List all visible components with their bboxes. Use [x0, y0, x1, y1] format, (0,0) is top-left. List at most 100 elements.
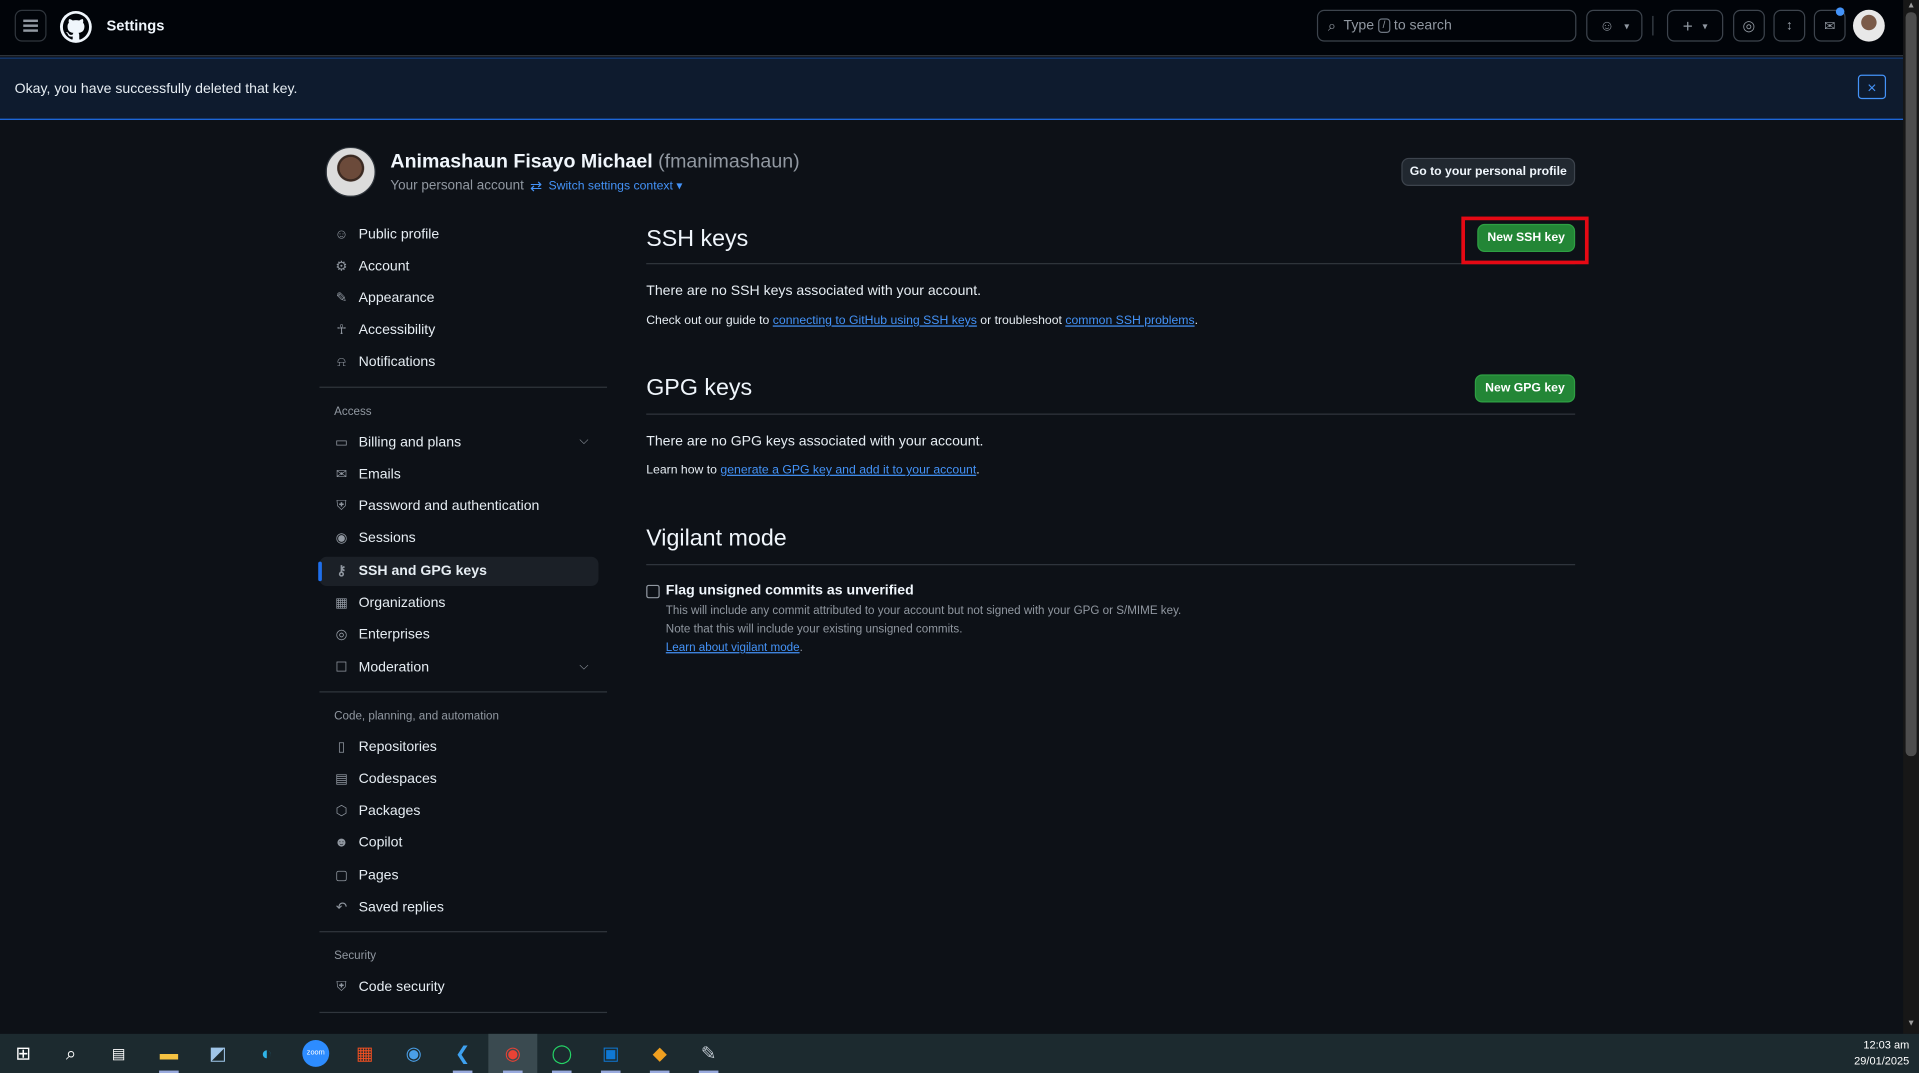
close-icon[interactable]: ×: [1857, 74, 1887, 100]
page-scrollbar[interactable]: ▲ ▼: [1903, 0, 1919, 1034]
ssh-guide-prefix: Check out our guide to: [646, 314, 770, 328]
scroll-down-icon[interactable]: ▼: [1907, 1019, 1915, 1028]
vscode-icon[interactable]: ❮: [449, 1040, 476, 1067]
sidebar-item-pages[interactable]: ▢ Pages: [319, 861, 598, 890]
flag-unsigned-label[interactable]: Flag unsigned commits as unverified: [666, 584, 914, 599]
search-suffix: to search: [1393, 18, 1452, 34]
flash-banner: Okay, you have successfully deleted that…: [0, 57, 1904, 120]
sidebar-item-public-profile[interactable]: ☺ Public profile: [319, 220, 598, 249]
windows-start-icon[interactable]: ⊞: [10, 1040, 37, 1067]
sidebar-item-label: Account: [358, 259, 410, 275]
sidebar-item-moderation[interactable]: ☐ Moderation ⌵: [319, 653, 598, 682]
sidebar-item-account[interactable]: ⚙ Account: [319, 252, 598, 281]
profile-name[interactable]: Animashaun Fisayo Michael (fmanimashaun): [390, 152, 799, 174]
bell-icon: ⍾: [336, 354, 346, 370]
sidebar-item-accessibility[interactable]: ☥ Accessibility: [319, 316, 598, 345]
search-icon[interactable]: ⌕: [58, 1040, 85, 1067]
plus-icon: +: [1682, 15, 1693, 36]
sidebar-item-packages[interactable]: ⬡ Packages: [319, 796, 598, 825]
task-view-icon[interactable]: ▤: [105, 1040, 132, 1067]
sidebar-item-sessions[interactable]: ◉ Sessions: [319, 524, 598, 553]
create-new-button[interactable]: + ▾: [1666, 9, 1724, 42]
sidebar-item-label: Accessibility: [358, 323, 436, 338]
paintbrush-icon: ✎: [335, 291, 348, 306]
pull-requests-button[interactable]: ↕: [1773, 9, 1806, 42]
sidebar-item-notifications[interactable]: ⍾ Notifications: [319, 347, 598, 376]
flag-unsigned-checkbox[interactable]: [646, 584, 660, 599]
page-title[interactable]: Settings: [106, 17, 164, 34]
sidebar-item-billing-and-plans[interactable]: ▭ Billing and plans ⌵: [319, 428, 598, 457]
search-prefix: Type: [1343, 18, 1375, 34]
windows-taskbar: ⊞ ⌕ ▤ ▬ ◩ ◐ zoom ▦ ◉ ❮ ◉ ◯ ▣ ◆ ✎ 12:03 a…: [0, 1033, 1919, 1073]
thunderbird-icon[interactable]: ◉: [400, 1040, 427, 1067]
new-gpg-key-button[interactable]: New GPG key: [1474, 374, 1576, 403]
search-input[interactable]: ⌕ Type / to search: [1316, 9, 1577, 42]
outlook-icon[interactable]: ▣: [597, 1040, 624, 1067]
sidebar-item-label: Enterprises: [358, 627, 430, 643]
paint-icon[interactable]: ✎: [695, 1040, 722, 1067]
chevron-down-icon[interactable]: ⌵: [579, 434, 588, 447]
chevron-down-icon[interactable]: ⌵: [579, 659, 588, 672]
notepad-icon[interactable]: ◩: [204, 1040, 231, 1067]
edge-icon[interactable]: ◐: [253, 1040, 280, 1067]
triangle-down-icon: ▾: [676, 179, 683, 193]
gpg-generate-link[interactable]: generate a GPG key and add it to your ac…: [720, 464, 976, 477]
sidebar-item-codespaces[interactable]: ▤ Codespaces: [319, 765, 598, 794]
go-to-profile-button[interactable]: Go to your personal profile: [1401, 157, 1576, 186]
chevron-down-icon: ▾: [1624, 20, 1630, 32]
sidebar-heading-security: Security: [334, 949, 377, 963]
vigilant-note-1: This will include any commit attributed …: [665, 604, 1182, 618]
profile-avatar[interactable]: [325, 146, 376, 197]
profile-subtitle-row: Your personal account ⇄ Switch settings …: [390, 177, 682, 194]
sidebar-item-appearance[interactable]: ✎ Appearance: [319, 284, 598, 313]
issues-button[interactable]: ◎: [1733, 9, 1765, 42]
gpg-empty-message: There are no GPG keys associated with yo…: [646, 434, 984, 450]
vigilant-note-2: Note that this will include your existin…: [665, 622, 963, 637]
highlight-box: [1461, 216, 1589, 265]
sidebar-item-label: Sessions: [358, 530, 416, 546]
sidebar-divider: [319, 691, 608, 693]
sidebar-item-emails[interactable]: ✉ Emails: [319, 460, 598, 489]
flash-message: Okay, you have successfully deleted that…: [14, 81, 298, 97]
ssh-connect-link[interactable]: connecting to GitHub using SSH keys: [773, 314, 977, 327]
vigilant-divider: [646, 564, 1576, 566]
menu-button[interactable]: [14, 9, 47, 42]
sidebar-item-label: Appearance: [358, 291, 435, 306]
gpg-learn-text: Learn how to generate a GPG key and add …: [646, 464, 979, 477]
whatsapp-icon[interactable]: ◯: [548, 1040, 575, 1067]
scroll-thumb[interactable]: [1905, 12, 1917, 757]
sidebar-item-password-and-authentication[interactable]: ⛨ Password and authentication: [319, 492, 598, 521]
copilot-button[interactable]: ☺ ▾: [1586, 9, 1643, 42]
key-icon: ⚷: [336, 564, 347, 579]
system-clock[interactable]: 12:03 am 29/01/2025: [1854, 1038, 1909, 1070]
sidebar-item-enterprises[interactable]: ◎ Enterprises: [319, 620, 598, 649]
sidebar-item-code-security[interactable]: ⛨ Code security: [319, 973, 598, 1002]
sidebar-item-saved-replies[interactable]: ↶ Saved replies: [319, 893, 598, 922]
gpg-learn-prefix: Learn how to: [646, 463, 717, 478]
file-explorer-icon[interactable]: ▬: [155, 1040, 182, 1067]
user-avatar[interactable]: [1852, 9, 1885, 42]
git-client-icon[interactable]: ◆: [646, 1040, 673, 1067]
copilot-icon: ☻: [334, 835, 349, 851]
mail-icon: ✉: [335, 467, 348, 483]
sidebar-item-label: Saved replies: [358, 900, 444, 916]
ms-store-icon[interactable]: ▦: [351, 1040, 378, 1067]
ssh-problems-link[interactable]: common SSH problems: [1065, 314, 1194, 327]
vigilant-learn-link[interactable]: Learn about vigilant mode: [666, 641, 800, 654]
sidebar-item-label: Pages: [358, 868, 399, 884]
organization-icon: ▦: [335, 595, 348, 611]
switch-context-link[interactable]: Switch settings context ▾: [548, 179, 682, 192]
sidebar-item-label: Moderation: [358, 660, 430, 676]
scroll-up-icon[interactable]: ▲: [1907, 1, 1915, 10]
sidebar-item-organizations[interactable]: ▦ Organizations: [319, 589, 598, 618]
github-logo-icon[interactable]: [59, 11, 92, 43]
shield-lock-icon: ⛨: [336, 499, 347, 514]
codespaces-icon: ▤: [335, 772, 348, 787]
chrome-icon[interactable]: ◉: [499, 1040, 526, 1067]
sidebar-item-repositories[interactable]: ▯ Repositories: [319, 733, 598, 762]
sidebar-item-copilot[interactable]: ☻ Copilot: [319, 828, 598, 857]
ssh-guide-mid: or troubleshoot: [980, 314, 1062, 328]
zoom-icon[interactable]: zoom: [302, 1039, 330, 1067]
search-icon: ⌕: [1327, 16, 1337, 34]
sidebar-item-ssh-and-gpg-keys[interactable]: ⚷ SSH and GPG keys: [318, 556, 599, 587]
